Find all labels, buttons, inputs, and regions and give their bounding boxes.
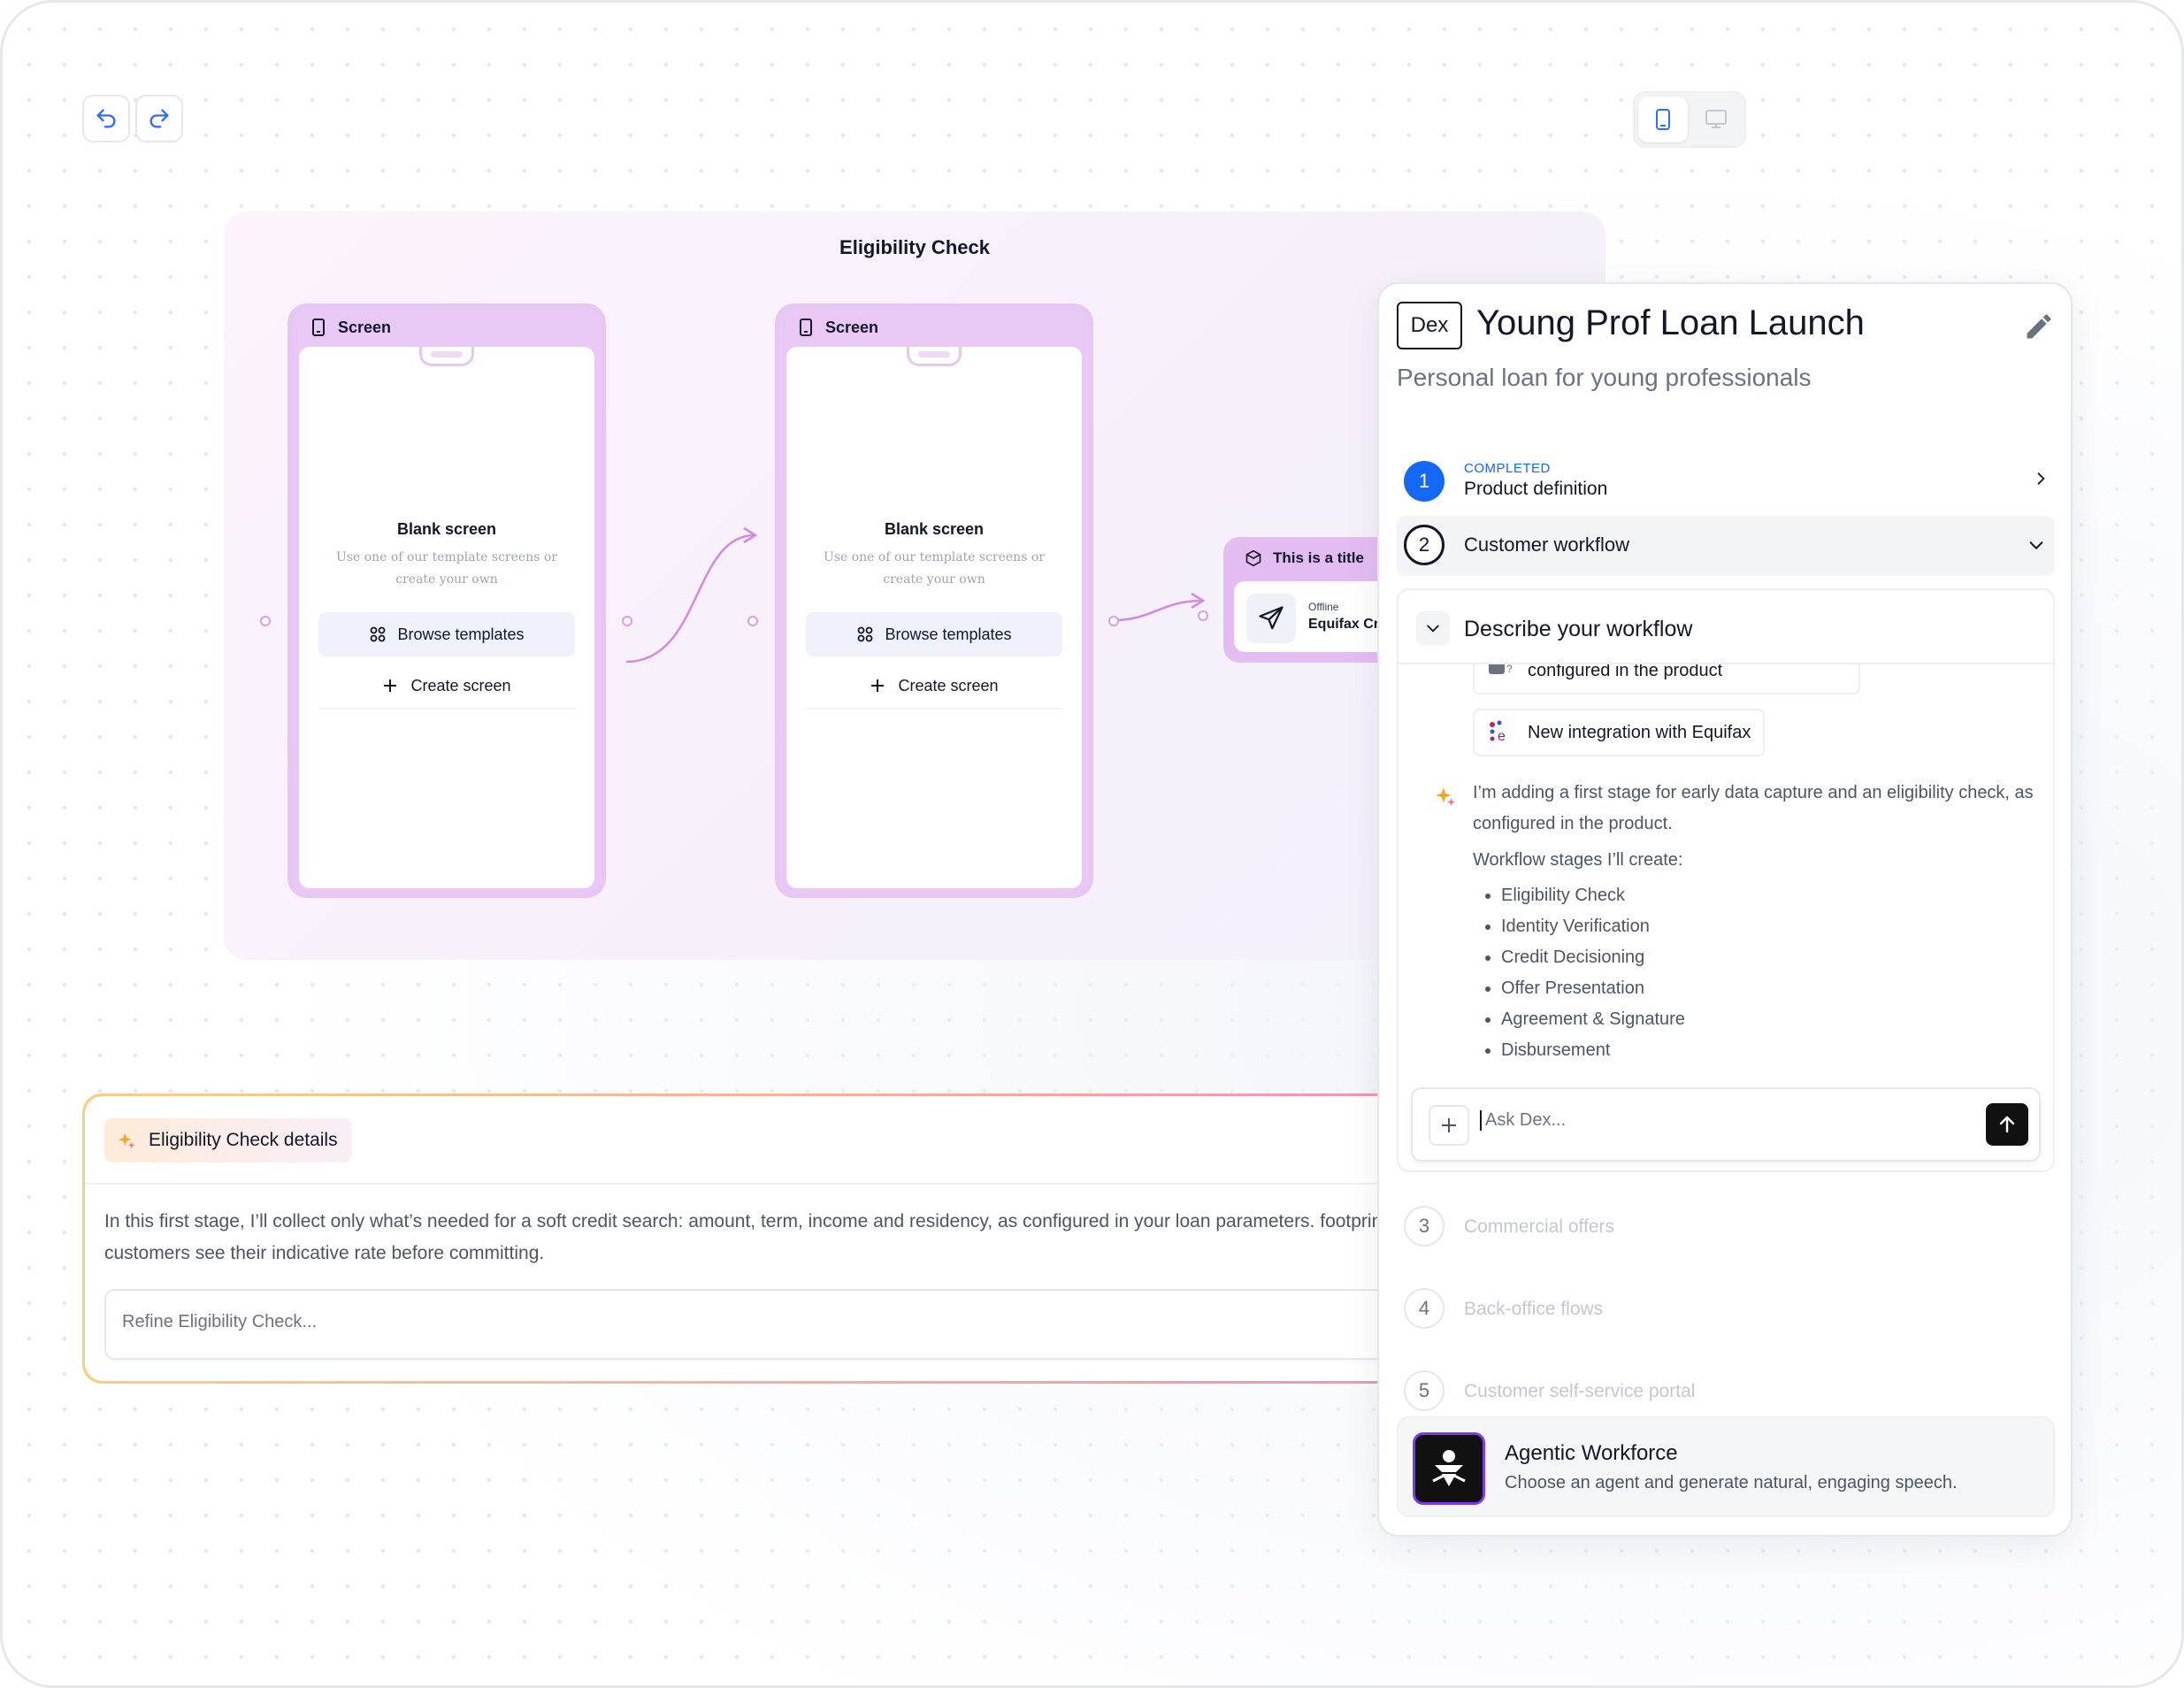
create-screen-button[interactable]: Create screen bbox=[318, 664, 575, 710]
connection-port[interactable] bbox=[260, 616, 271, 626]
app-frame: Eligibility Check Screen Blank screen Us… bbox=[0, 0, 2184, 1688]
connector-line bbox=[1113, 599, 1203, 622]
connection-port[interactable] bbox=[747, 616, 758, 626]
agentic-workforce-card[interactable]: Agentic Workforce Choose an agent and ge… bbox=[1397, 1416, 2055, 1517]
chevron-right-icon bbox=[2037, 472, 2045, 485]
step-customer-workflow[interactable]: 2 Customer workflow bbox=[1397, 516, 2055, 576]
svg-text:?: ? bbox=[1506, 663, 1513, 675]
screen-header-label: Screen bbox=[825, 318, 879, 336]
screen-card[interactable]: Screen Blank screen Use one of our templ… bbox=[287, 303, 606, 898]
arrow-up-icon bbox=[1999, 1116, 2015, 1133]
stages-list: Eligibility Check Identity Verification … bbox=[1501, 880, 1685, 1066]
list-item: Credit Decisioning bbox=[1501, 942, 1685, 973]
attach-button[interactable] bbox=[1429, 1105, 1469, 1146]
screen-body: Blank screen Use one of our template scr… bbox=[786, 347, 1082, 888]
project-title: Young Prof Loan Launch bbox=[1476, 303, 1865, 342]
chevron-down-icon bbox=[2029, 541, 2043, 550]
agent-logo-icon bbox=[1413, 1432, 1485, 1505]
assistant-message: I’m adding a first stage for early data … bbox=[1473, 783, 2034, 833]
step-number: 4 bbox=[1404, 1288, 1445, 1329]
list-item: Offer Presentation bbox=[1501, 973, 1685, 1004]
mobile-icon bbox=[312, 318, 325, 336]
step-number: 1 bbox=[1404, 461, 1445, 502]
project-subtitle: Personal loan for young professionals bbox=[1397, 364, 1812, 391]
connection-port[interactable] bbox=[1198, 610, 1208, 621]
send-button[interactable] bbox=[1986, 1103, 2028, 1146]
step-label: Customer workflow bbox=[1464, 533, 1630, 556]
blank-screen-title: Blank screen bbox=[396, 520, 497, 538]
stage-details-panel: Eligibility Check details In this first … bbox=[82, 1093, 1555, 1384]
step-label: Commercial offers bbox=[1464, 1216, 1614, 1237]
refine-field[interactable] bbox=[104, 1289, 1555, 1360]
grid-icon bbox=[371, 626, 386, 642]
screen-card[interactable]: Screen Blank screen Use one of our templ… bbox=[775, 303, 1093, 898]
grid-icon bbox=[858, 626, 873, 642]
agentic-title: Agentic Workforce bbox=[1505, 1441, 1678, 1465]
plus-icon bbox=[384, 679, 397, 692]
plus-icon bbox=[871, 679, 885, 692]
blank-screen-desc: Use one of our template screens or creat… bbox=[336, 550, 557, 587]
step-number: 5 bbox=[1404, 1370, 1445, 1411]
browse-templates-button[interactable]: Browse templates bbox=[318, 612, 575, 656]
blank-screen-title: Blank screen bbox=[884, 520, 985, 538]
blank-screen-desc: Use one of our template screens or creat… bbox=[824, 550, 1045, 587]
step-commercial-offers[interactable]: 3 Commercial offers bbox=[1397, 1201, 2055, 1254]
list-item: Agreement & Signature bbox=[1501, 1004, 1685, 1035]
create-screen-button[interactable]: Create screen bbox=[806, 664, 1062, 710]
stages-list-title: Workflow stages I’ll create: bbox=[1473, 850, 1683, 870]
step-status: COMPLETED bbox=[1464, 461, 1551, 476]
screen-header-label: Screen bbox=[338, 318, 392, 336]
details-text: In this first stage, I’ll collect only w… bbox=[104, 1211, 1518, 1263]
integration-title: This is a title bbox=[1273, 549, 1364, 566]
browse-templates-button[interactable]: Browse templates bbox=[806, 612, 1062, 656]
screen-body: Blank screen Use one of our template scr… bbox=[299, 347, 594, 888]
list-item: Disbursement bbox=[1501, 1035, 1685, 1066]
workflow-heading: Describe your workflow bbox=[1464, 617, 1693, 641]
collapse-workflow-button[interactable] bbox=[1416, 611, 1450, 645]
step-label: Back-office flows bbox=[1464, 1299, 1604, 1319]
ask-dex-input[interactable] bbox=[1480, 1110, 1958, 1131]
mobile-icon bbox=[800, 318, 812, 336]
equifax-icon: e bbox=[1490, 720, 1506, 744]
integration-card[interactable]: This is a title Offline Equifax Cr bbox=[1223, 537, 1400, 663]
ask-dex-box bbox=[1411, 1087, 2041, 1162]
pencil-icon[interactable] bbox=[2023, 311, 2055, 342]
svg-text:e: e bbox=[1498, 729, 1506, 744]
step-self-service-portal[interactable]: 5 Customer self-service portal bbox=[1397, 1365, 2055, 1418]
equifax-chip[interactable]: e New integration with Equifax bbox=[1473, 709, 1766, 756]
connector-line bbox=[625, 533, 755, 664]
details-chip: Eligibility Check details bbox=[104, 1118, 352, 1162]
list-item: Eligibility Check bbox=[1501, 880, 1685, 911]
integration-status: Offline bbox=[1308, 601, 1339, 613]
cube-icon bbox=[1245, 549, 1261, 567]
workflow-chat: Describe your workflow ? configured in t… bbox=[1397, 588, 2055, 1172]
phone-notch bbox=[419, 347, 474, 366]
plus-icon bbox=[1442, 1118, 1456, 1132]
dex-badge: Dex bbox=[1397, 302, 1462, 349]
step-label: Product definition bbox=[1464, 479, 1608, 499]
chevron-down-icon bbox=[1427, 625, 1439, 633]
connection-port[interactable] bbox=[1108, 616, 1119, 626]
step-number: 2 bbox=[1404, 525, 1445, 565]
integration-name: Equifax Cr bbox=[1308, 617, 1380, 632]
refine-input[interactable] bbox=[122, 1312, 830, 1332]
step-number: 3 bbox=[1404, 1206, 1445, 1247]
sparkle-icon bbox=[1436, 787, 1455, 806]
step-label: Customer self-service portal bbox=[1464, 1381, 1696, 1401]
agentic-desc: Choose an agent and generate natural, en… bbox=[1505, 1473, 1958, 1492]
step-product-definition[interactable]: 1 COMPLETED Product definition bbox=[1397, 447, 2055, 514]
connection-port[interactable] bbox=[622, 616, 632, 626]
list-item: Identity Verification bbox=[1501, 911, 1685, 942]
dex-panel: Dex Young Prof Loan Launch Personal loan… bbox=[1377, 282, 2073, 1537]
sparkle-icon bbox=[118, 1132, 135, 1149]
step-back-office-flows[interactable]: 4 Back-office flows bbox=[1397, 1283, 2055, 1336]
phone-notch bbox=[907, 347, 962, 366]
send-icon bbox=[1259, 606, 1284, 630]
